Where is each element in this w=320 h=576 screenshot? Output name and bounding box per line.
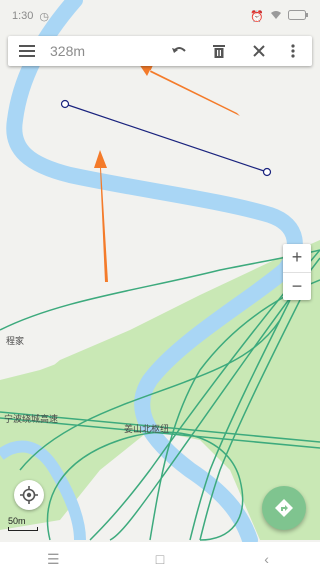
measure-point-start (60, 99, 70, 109)
system-nav-bar: ☰ □ ‹ (0, 542, 320, 576)
map-label-hub: 姜山北枢纽 (124, 424, 170, 434)
measure-toolbar: 328m (8, 36, 312, 66)
more-vert-icon (291, 44, 295, 58)
battery-icon (288, 9, 308, 23)
crosshair-icon (20, 486, 38, 504)
distance-readout: 328m (50, 43, 86, 59)
map-label-place: 程家 (6, 336, 25, 346)
status-time: 1:30 (12, 10, 34, 22)
undo-button[interactable] (166, 38, 192, 64)
my-location-button[interactable] (14, 480, 44, 510)
alarm-icon: ⏰ (250, 10, 264, 23)
more-button[interactable] (280, 38, 306, 64)
directions-icon (275, 499, 293, 517)
clock-icon: ◷ (39, 10, 50, 23)
menu-icon (19, 45, 35, 57)
wifi-icon (270, 10, 282, 23)
nav-back-button[interactable]: ‹ (247, 551, 287, 567)
close-icon (253, 45, 265, 57)
close-button[interactable] (246, 38, 272, 64)
delete-button[interactable] (206, 38, 232, 64)
trash-icon (213, 45, 225, 58)
undo-icon (172, 47, 186, 53)
measure-point-end (262, 167, 272, 177)
menu-button[interactable] (14, 38, 40, 64)
scale-bar: 50m (8, 516, 38, 531)
zoom-in-button[interactable]: + (283, 244, 311, 272)
directions-button[interactable] (262, 486, 306, 530)
zoom-controls: + − (283, 244, 311, 300)
nav-home-button[interactable]: □ (140, 551, 180, 567)
zoom-out-button[interactable]: − (283, 271, 311, 301)
status-bar: 1:30 ◷ ⏰ (0, 0, 320, 32)
scale-label: 50m (8, 516, 26, 526)
nav-menu-button[interactable]: ☰ (33, 551, 73, 568)
scale-line (8, 527, 38, 531)
map-label-road: 宁波绕城高速 (4, 414, 59, 424)
